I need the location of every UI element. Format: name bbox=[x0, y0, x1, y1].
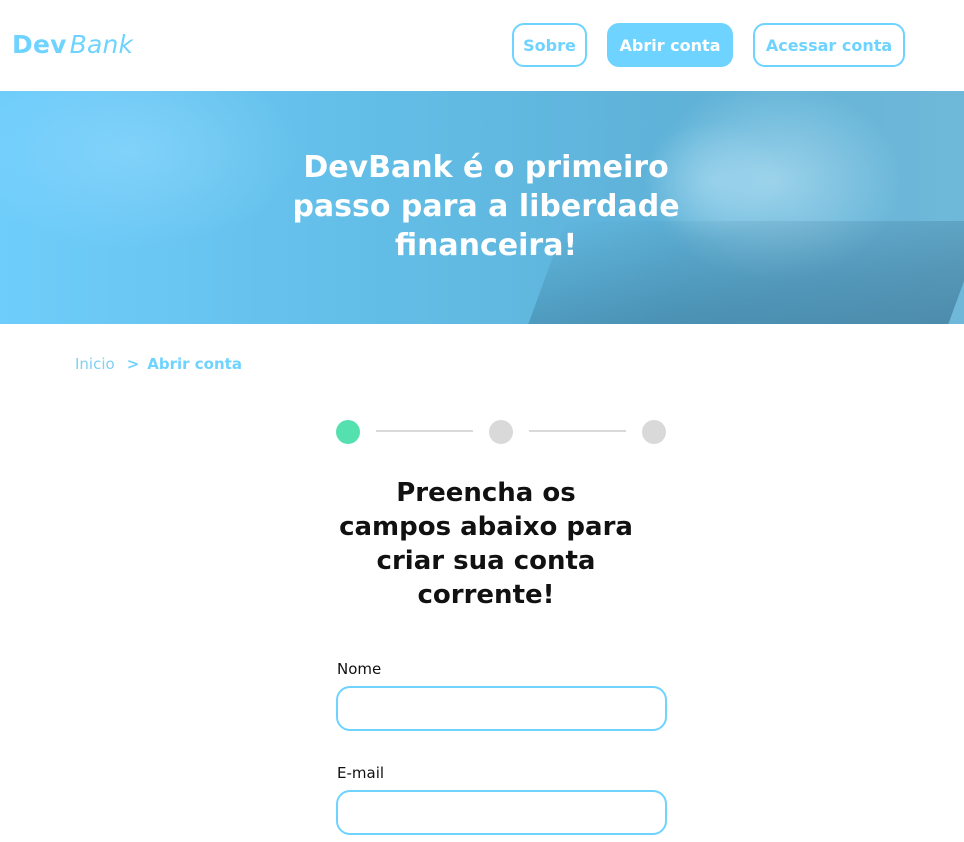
hero-title: DevBank é o primeiro passo para a liberd… bbox=[292, 150, 680, 263]
step-1-dot bbox=[336, 420, 360, 444]
step-2-dot bbox=[489, 420, 513, 444]
hero-background-highlight bbox=[0, 91, 300, 251]
breadcrumb: Inicio > Abrir conta bbox=[75, 354, 242, 374]
email-input[interactable] bbox=[336, 790, 667, 835]
sobre-button[interactable]: Sobre bbox=[512, 23, 587, 67]
step-3-dot bbox=[642, 420, 666, 444]
breadcrumb-current: Abrir conta bbox=[147, 355, 242, 373]
nome-input[interactable] bbox=[336, 686, 667, 731]
breadcrumb-separator: > bbox=[126, 355, 140, 373]
breadcrumb-home-link[interactable]: Inicio bbox=[75, 355, 115, 373]
acessar-conta-button[interactable]: Acessar conta bbox=[753, 23, 905, 67]
logo-bank-text: Bank bbox=[69, 30, 134, 59]
abrir-conta-button[interactable]: Abrir conta bbox=[607, 23, 733, 67]
header: Dev Bank Sobre Abrir conta Acessar conta bbox=[0, 0, 964, 91]
step-connector-2 bbox=[529, 430, 626, 432]
nome-label: Nome bbox=[337, 660, 382, 678]
form-title: Preencha os campos abaixo para criar sua… bbox=[339, 478, 633, 610]
logo-dev-text: Dev bbox=[12, 30, 67, 59]
step-connector-1 bbox=[376, 430, 473, 432]
hero-banner: DevBank é o primeiro passo para a liberd… bbox=[0, 91, 964, 324]
email-label: E-mail bbox=[337, 764, 385, 782]
logo[interactable]: Dev Bank bbox=[12, 30, 133, 60]
